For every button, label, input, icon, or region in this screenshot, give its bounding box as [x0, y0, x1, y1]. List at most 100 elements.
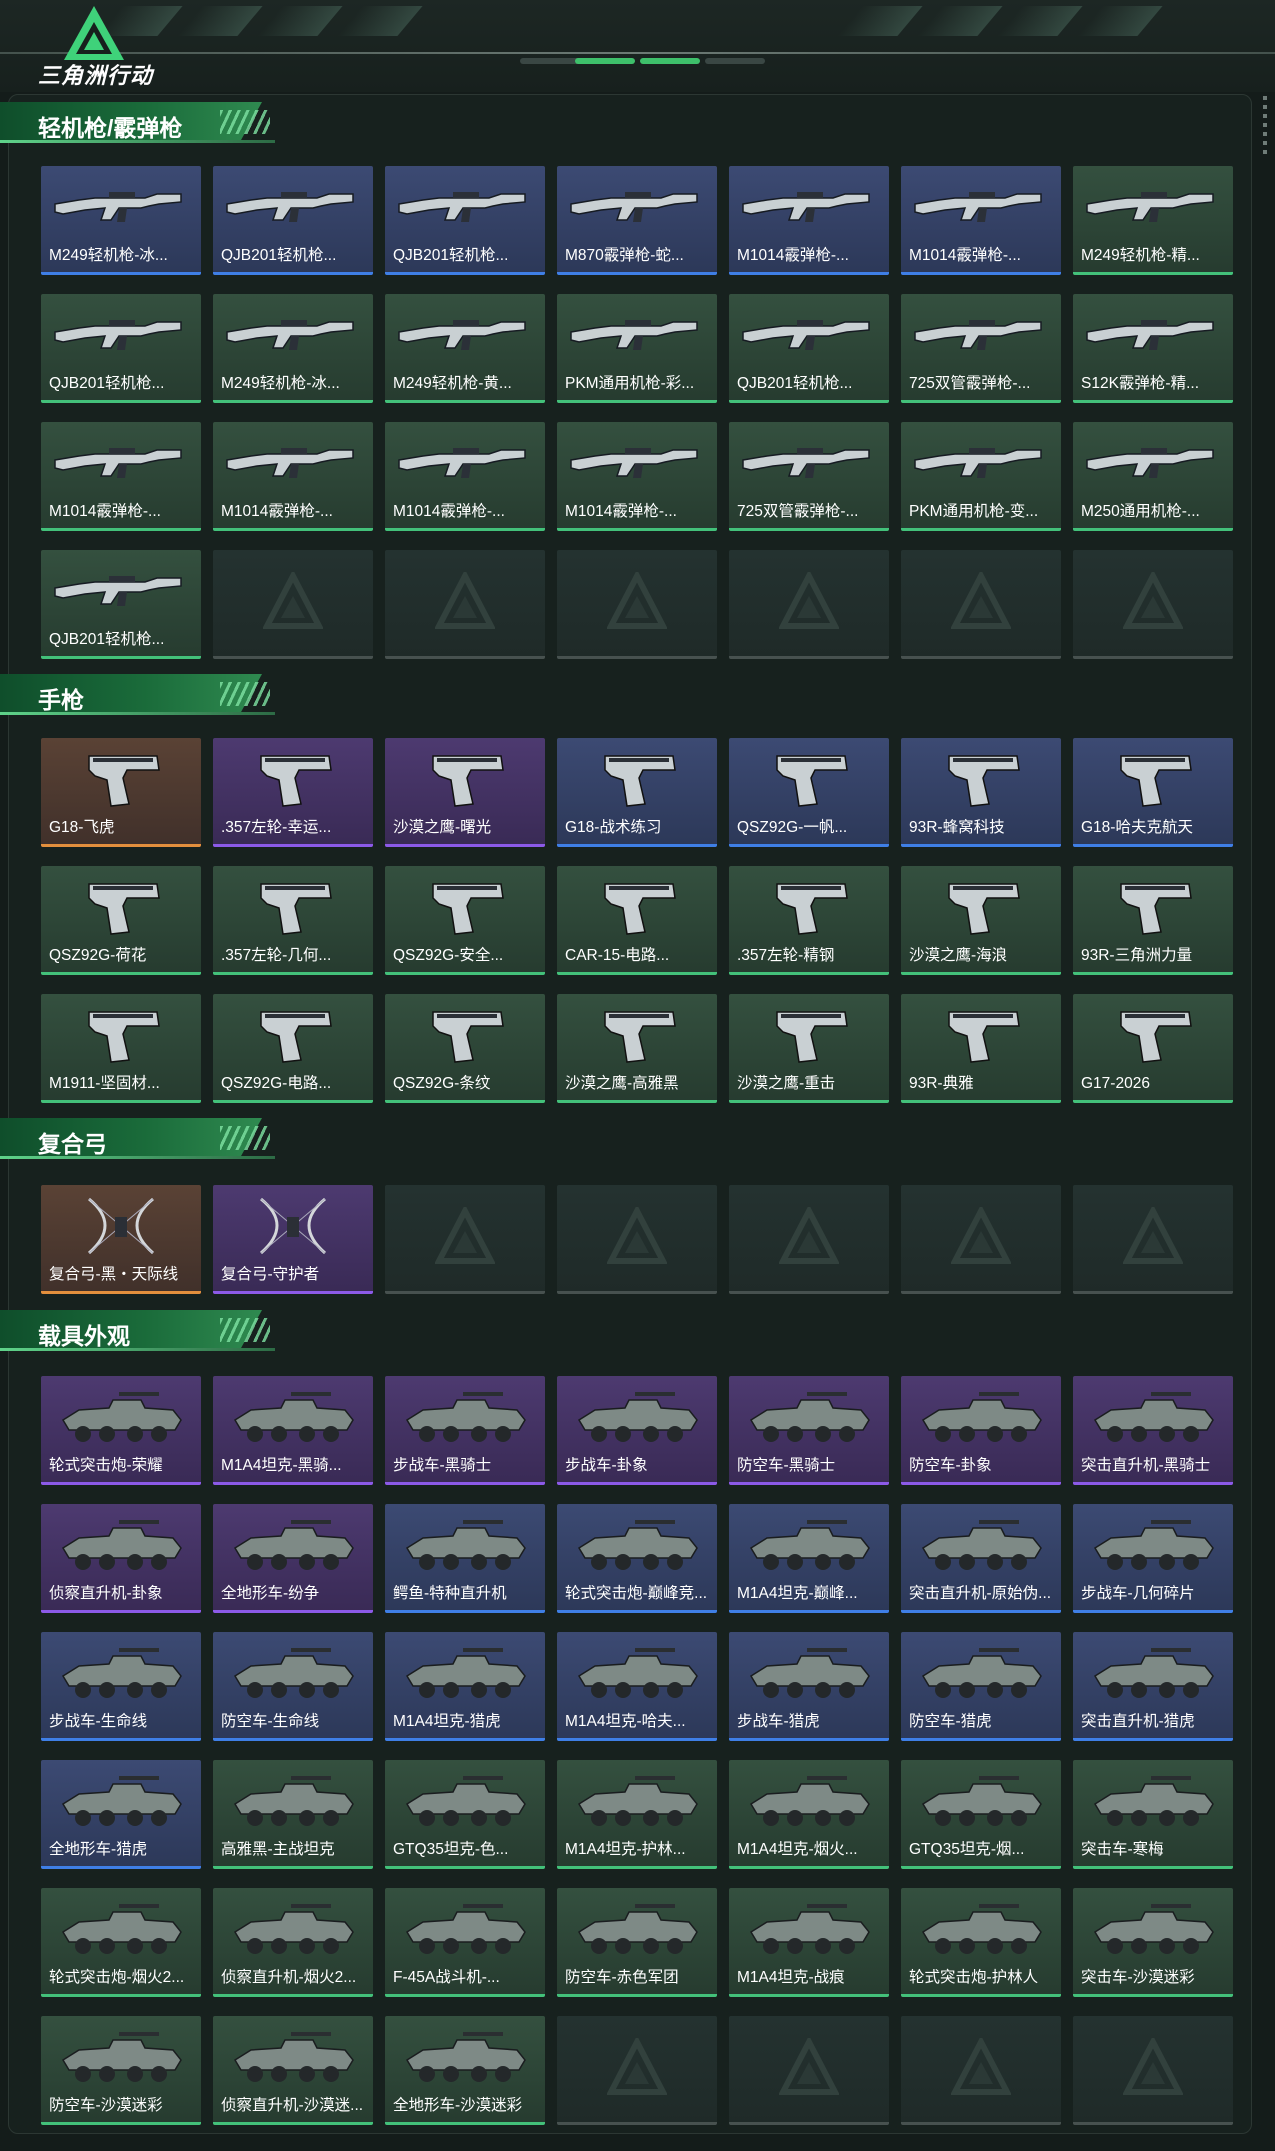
skin-card[interactable]: 轮式突击炮-烟火2... — [41, 1888, 201, 1997]
skin-card[interactable]: PKM通用机枪-变... — [901, 422, 1061, 531]
skin-card[interactable]: M1014霰弹枪-... — [385, 422, 545, 531]
skin-card[interactable]: 轮式突击炮-荣耀 — [41, 1376, 201, 1485]
skin-card[interactable]: 725双管霰弹枪-... — [729, 422, 889, 531]
skin-card[interactable]: 93R-蜂窝科技 — [901, 738, 1061, 847]
quality-stripe — [1073, 528, 1233, 531]
skin-card[interactable]: 侦察直升机-沙漠迷... — [213, 2016, 373, 2125]
skin-card[interactable]: 突击车-沙漠迷彩 — [1073, 1888, 1233, 1997]
skin-card[interactable]: 725双管霰弹枪-... — [901, 294, 1061, 403]
skin-name: 步战车-猎虎 — [737, 1713, 820, 1730]
skin-card[interactable]: 突击车-寒梅 — [1073, 1760, 1233, 1869]
skin-card[interactable]: M1014霰弹枪-... — [729, 166, 889, 275]
skin-card[interactable]: M1A4坦克-巅峰... — [729, 1504, 889, 1613]
skin-card[interactable]: 沙漠之鹰-海浪 — [901, 866, 1061, 975]
skin-card[interactable]: 防空车-赤色军团 — [557, 1888, 717, 1997]
skin-card[interactable]: 防空车-黑骑士 — [729, 1376, 889, 1485]
skin-card[interactable]: 轮式突击炮-护林人 — [901, 1888, 1061, 1997]
skin-card[interactable]: 步战车-卦象 — [557, 1376, 717, 1485]
skin-card[interactable]: G18-哈夫克航天 — [1073, 738, 1233, 847]
empty-slot — [385, 550, 545, 659]
skin-card[interactable]: 沙漠之鹰-高雅黑 — [557, 994, 717, 1103]
skin-card[interactable]: 步战车-生命线 — [41, 1632, 201, 1741]
skin-card[interactable]: .357左轮-精钢 — [729, 866, 889, 975]
skin-card[interactable]: 全地形车-沙漠迷彩 — [385, 2016, 545, 2125]
skin-card[interactable]: M1A4坦克-烟火... — [729, 1760, 889, 1869]
vehicle-icon — [737, 1514, 881, 1576]
skin-card[interactable]: G17-2026 — [1073, 994, 1233, 1103]
skin-card[interactable]: QJB201轻机枪... — [41, 294, 201, 403]
skin-card[interactable]: M1911-坚固材... — [41, 994, 201, 1103]
skin-card[interactable]: GTQ35坦克-色... — [385, 1760, 545, 1869]
skin-card[interactable]: M1A4坦克-猎虎 — [385, 1632, 545, 1741]
app-title: 三角洲行动 — [38, 63, 154, 88]
skin-name: M1911-坚固材... — [49, 1075, 160, 1092]
skin-card[interactable]: S12K霰弹枪-精... — [1073, 294, 1233, 403]
skin-card[interactable]: QJB201轻机枪... — [729, 294, 889, 403]
skin-card[interactable]: F-45A战斗机-... — [385, 1888, 545, 1997]
skin-card[interactable]: 防空车-生命线 — [213, 1632, 373, 1741]
skin-card[interactable]: G18-战术练习 — [557, 738, 717, 847]
skin-card[interactable]: M1A4坦克-战痕 — [729, 1888, 889, 1997]
skin-card[interactable]: M1014霰弹枪-... — [213, 422, 373, 531]
skin-card[interactable]: 步战车-猎虎 — [729, 1632, 889, 1741]
skin-card[interactable]: M250通用机枪-... — [1073, 422, 1233, 531]
skin-card[interactable]: M1014霰弹枪-... — [557, 422, 717, 531]
vehicle-icon — [221, 1770, 365, 1832]
skin-card[interactable]: 复合弓-守护者 — [213, 1185, 373, 1294]
skin-card[interactable]: 93R-三角洲力量 — [1073, 866, 1233, 975]
skin-card[interactable]: M1A4坦克-黑骑... — [213, 1376, 373, 1485]
skin-card[interactable]: 高雅黑-主战坦克 — [213, 1760, 373, 1869]
skin-card[interactable]: G18-飞虎 — [41, 738, 201, 847]
skin-card[interactable]: 防空车-猎虎 — [901, 1632, 1061, 1741]
skin-card[interactable]: .357左轮-幸运... — [213, 738, 373, 847]
skin-card[interactable]: 突击直升机-原始伪... — [901, 1504, 1061, 1613]
quality-stripe — [1073, 2122, 1233, 2125]
skin-card[interactable]: .357左轮-几何... — [213, 866, 373, 975]
skin-card[interactable]: 沙漠之鹰-曙光 — [385, 738, 545, 847]
skin-card[interactable]: M870霰弹枪-蛇... — [557, 166, 717, 275]
quality-stripe — [901, 972, 1061, 975]
skin-card[interactable]: QSZ92G-一帆... — [729, 738, 889, 847]
skin-name: M1014霰弹枪-... — [737, 247, 849, 264]
skin-card[interactable]: 鳄鱼-特种直升机 — [385, 1504, 545, 1613]
skin-card[interactable]: 防空车-卦象 — [901, 1376, 1061, 1485]
placeholder-logo-icon — [262, 569, 324, 632]
skin-card[interactable]: CAR-15-电路... — [557, 866, 717, 975]
skin-card[interactable]: GTQ35坦克-烟... — [901, 1760, 1061, 1869]
skin-card[interactable]: M1A4坦克-哈夫... — [557, 1632, 717, 1741]
skin-card[interactable]: QJB201轻机枪... — [385, 166, 545, 275]
skin-card[interactable]: M1A4坦克-护林... — [557, 1760, 717, 1869]
skin-card[interactable]: 步战车-几何碎片 — [1073, 1504, 1233, 1613]
skin-card[interactable]: M1014霰弹枪-... — [901, 166, 1061, 275]
skin-card[interactable]: 轮式突击炮-巅峰竞... — [557, 1504, 717, 1613]
skin-card[interactable]: M249轻机枪-黄... — [385, 294, 545, 403]
skin-card[interactable]: 沙漠之鹰-重击 — [729, 994, 889, 1103]
skin-card[interactable]: 复合弓-黑・天际线 — [41, 1185, 201, 1294]
scroll-indicator[interactable] — [1263, 96, 1267, 156]
skin-card[interactable]: M249轻机枪-冰... — [41, 166, 201, 275]
skin-card[interactable]: 全地形车-纷争 — [213, 1504, 373, 1613]
skin-card[interactable]: QSZ92G-安全... — [385, 866, 545, 975]
skin-name: .357左轮-幸运... — [221, 819, 332, 836]
skin-card[interactable]: PKM通用机枪-彩... — [557, 294, 717, 403]
skin-card[interactable]: QSZ92G-荷花 — [41, 866, 201, 975]
skin-card[interactable]: QJB201轻机枪... — [41, 550, 201, 659]
skin-card[interactable]: QSZ92G-条纹 — [385, 994, 545, 1103]
skin-card[interactable]: 侦察直升机-烟火2... — [213, 1888, 373, 1997]
vehicle-icon — [49, 1642, 193, 1704]
skin-card[interactable]: 突击直升机-猎虎 — [1073, 1632, 1233, 1741]
quality-stripe — [213, 2122, 373, 2125]
skin-name: 沙漠之鹰-重击 — [737, 1075, 836, 1092]
skin-card[interactable]: M249轻机枪-精... — [1073, 166, 1233, 275]
empty-slot — [385, 1185, 545, 1294]
skin-card[interactable]: 侦察直升机-卦象 — [41, 1504, 201, 1613]
skin-card[interactable]: QJB201轻机枪... — [213, 166, 373, 275]
skin-card[interactable]: 防空车-沙漠迷彩 — [41, 2016, 201, 2125]
skin-card[interactable]: 突击直升机-黑骑士 — [1073, 1376, 1233, 1485]
skin-card[interactable]: M249轻机枪-冰... — [213, 294, 373, 403]
skin-card[interactable]: 全地形车-猎虎 — [41, 1760, 201, 1869]
skin-card[interactable]: 步战车-黑骑士 — [385, 1376, 545, 1485]
skin-card[interactable]: QSZ92G-电路... — [213, 994, 373, 1103]
skin-card[interactable]: M1014霰弹枪-... — [41, 422, 201, 531]
skin-card[interactable]: 93R-典雅 — [901, 994, 1061, 1103]
